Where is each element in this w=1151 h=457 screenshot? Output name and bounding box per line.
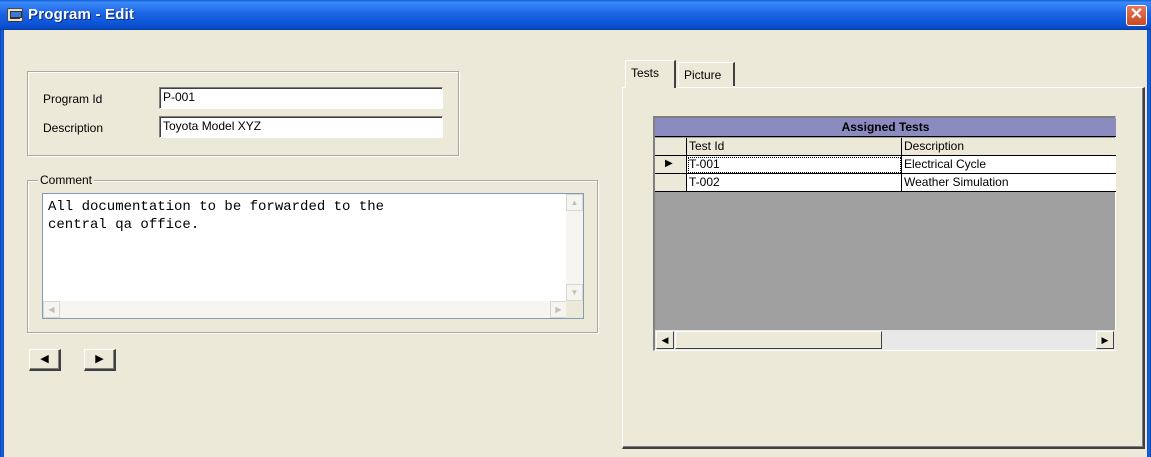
window-border-left bbox=[0, 30, 4, 457]
row-indicator[interactable] bbox=[655, 174, 687, 192]
scroll-down-icon[interactable]: ▼ bbox=[566, 284, 583, 301]
program-id-field[interactable]: P-001 bbox=[159, 87, 443, 109]
program-id-label: Program Id bbox=[43, 92, 103, 106]
grid-header-description[interactable]: Description bbox=[902, 138, 1116, 156]
comment-group: Comment All documentation to be forwarde… bbox=[27, 173, 598, 333]
scroll-corner bbox=[566, 301, 583, 318]
grid-scroll-left-icon[interactable]: ◀ bbox=[656, 331, 674, 349]
table-row-test-id[interactable]: T-002 bbox=[687, 174, 902, 192]
table-row-description[interactable]: Electrical Cycle bbox=[902, 156, 1116, 174]
app-window-icon[interactable] bbox=[7, 8, 23, 22]
next-record-button[interactable]: ▶ bbox=[84, 349, 116, 371]
scroll-left-icon[interactable]: ◀ bbox=[43, 301, 60, 318]
grid-caption: Assigned Tests bbox=[655, 118, 1116, 137]
title-bar[interactable]: Program - Edit ✕ bbox=[0, 0, 1151, 30]
comment-horizontal-scrollbar[interactable]: ◀ ▶ bbox=[43, 301, 567, 318]
table-row-description[interactable]: Weather Simulation bbox=[902, 174, 1116, 192]
comment-text: All documentation to be forwarded to the… bbox=[48, 199, 385, 233]
previous-record-button[interactable]: ◀ bbox=[29, 349, 61, 371]
table-row-test-id[interactable]: T-001 bbox=[687, 156, 902, 174]
description-label: Description bbox=[43, 121, 104, 135]
grid-scroll-right-icon[interactable]: ▶ bbox=[1096, 331, 1114, 349]
comment-legend: Comment bbox=[38, 173, 95, 187]
program-info-group: Program Id P-001 Description Toyota Mode… bbox=[27, 71, 459, 156]
close-button[interactable]: ✕ bbox=[1126, 5, 1147, 26]
scroll-right-icon[interactable]: ▶ bbox=[550, 301, 567, 318]
comment-textarea[interactable]: All documentation to be forwarded to the… bbox=[42, 193, 584, 319]
tab-tests[interactable]: Tests bbox=[625, 60, 676, 88]
description-field[interactable]: Toyota Model XYZ bbox=[159, 116, 443, 138]
window-title: Program - Edit bbox=[28, 6, 135, 23]
grid-horizontal-scrollbar[interactable]: ◀ ▶ bbox=[655, 330, 1116, 350]
tab-picture[interactable]: Picture bbox=[678, 62, 735, 86]
grid-header-test-id[interactable]: Test Id bbox=[687, 138, 902, 156]
row-indicator-icon[interactable]: ▶ bbox=[655, 156, 687, 174]
window-border-right bbox=[1147, 30, 1151, 457]
scroll-up-icon[interactable]: ▲ bbox=[566, 194, 583, 211]
assigned-tests-grid[interactable]: Assigned Tests Test Id Description ▶ T-0… bbox=[653, 116, 1116, 351]
grid-scroll-thumb[interactable] bbox=[675, 331, 882, 349]
comment-vertical-scrollbar[interactable]: ▲ ▼ bbox=[566, 194, 583, 301]
grid-header-indicator bbox=[655, 138, 687, 156]
